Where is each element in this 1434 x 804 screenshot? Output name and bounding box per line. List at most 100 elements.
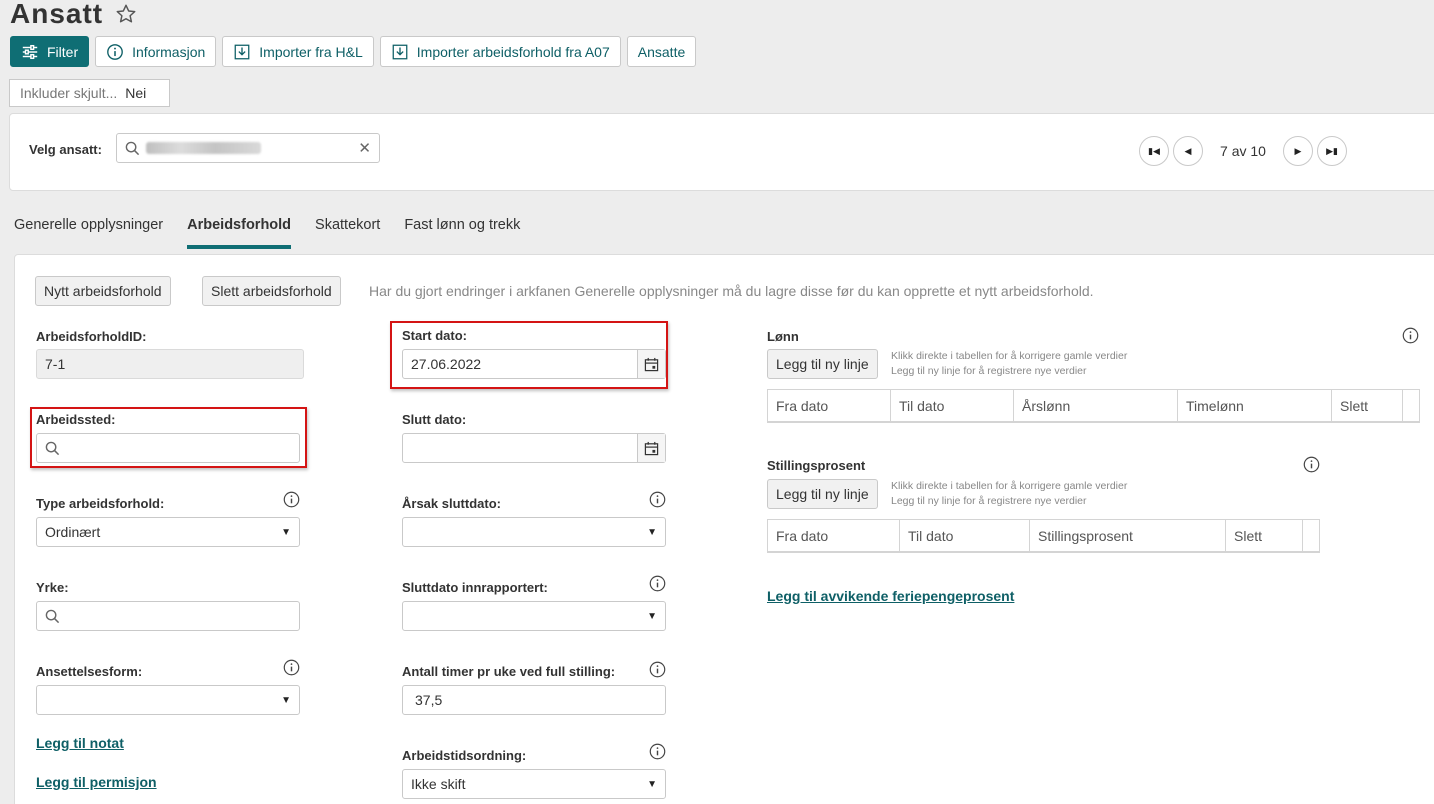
import-a07-label: Importer arbeidsforhold fra A07 <box>416 43 610 60</box>
tab-bar: Generelle opplysninger Arbeidsforhold Sk… <box>14 206 520 249</box>
last-page-icon[interactable]: ▶▮ <box>1317 136 1347 166</box>
end-reported-label: Sluttdato innrapportert: <box>402 580 548 595</box>
filter-button-label: Filter <box>47 43 79 60</box>
workplace-input[interactable] <box>36 433 300 463</box>
star-icon[interactable] <box>115 3 137 25</box>
employee-search-input[interactable]: ✕ <box>116 133 380 163</box>
position-col-percent[interactable]: Stillingsprosent <box>1030 520 1226 551</box>
employee-pager: ▮◀ ◀ 7 av 10 ▶ ▶▮ <box>1139 136 1347 166</box>
tab-employment[interactable]: Arbeidsforhold <box>187 206 291 249</box>
worktime-select[interactable]: Ikke skift ▼ <box>402 769 666 799</box>
import-icon <box>234 44 250 59</box>
position-hint-2: Legg til ny linje for å registrere nye v… <box>891 495 1087 507</box>
calendar-icon[interactable] <box>637 350 665 378</box>
info-button[interactable]: Informasjon <box>95 36 217 67</box>
info-icon[interactable] <box>649 575 666 592</box>
filter-chip-value: Nei <box>125 85 147 101</box>
salary-col-to[interactable]: Til dato <box>891 390 1014 421</box>
employment-id-field: 7-1 <box>36 349 304 379</box>
prev-page-icon[interactable]: ◀ <box>1173 136 1203 166</box>
occupation-label: Yrke: <box>36 580 69 595</box>
tab-fixed-salary[interactable]: Fast lønn og trekk <box>404 206 520 249</box>
add-note-link[interactable]: Legg til notat <box>36 735 124 751</box>
salary-table-header: Fra dato Til dato Årslønn Timelønn Slett <box>767 389 1420 423</box>
workplace-label: Arbeidssted: <box>36 412 116 427</box>
info-icon[interactable] <box>1303 456 1320 473</box>
salary-col-from[interactable]: Fra dato <box>768 390 891 421</box>
start-date-input[interactable]: 27.06.2022 <box>402 349 666 379</box>
pager-text: 7 av 10 <box>1220 143 1266 159</box>
info-icon[interactable] <box>649 491 666 508</box>
employment-type-select[interactable]: Ordinært ▼ <box>36 517 300 547</box>
calendar-icon[interactable] <box>637 434 665 462</box>
filter-chip-label: Inkluder skjult... <box>20 85 118 101</box>
hours-value: 37,5 <box>415 692 443 708</box>
employment-id-value: 7-1 <box>45 356 66 372</box>
employment-hint: Har du gjort endringer i arkfanen Genere… <box>369 283 1094 299</box>
start-date-value: 27.06.2022 <box>411 356 482 372</box>
holiday-pay-link[interactable]: Legg til avvikende feriepengeprosent <box>767 588 1014 604</box>
blurred-employee-name <box>146 142 261 154</box>
info-icon[interactable] <box>283 491 300 508</box>
filter-icon <box>22 44 38 59</box>
occupation-input[interactable] <box>36 601 300 631</box>
salary-col-spacer <box>1403 390 1419 421</box>
dropdown-caret-icon: ▼ <box>647 610 657 622</box>
salary-col-delete[interactable]: Slett <box>1332 390 1403 421</box>
clear-icon[interactable]: ✕ <box>358 139 371 157</box>
salary-col-hourly[interactable]: Timelønn <box>1178 390 1332 421</box>
worktime-label: Arbeidstidsordning: <box>402 748 527 763</box>
delete-employment-button[interactable]: Slett arbeidsforhold <box>202 276 341 306</box>
search-icon <box>45 441 60 455</box>
employees-button[interactable]: Ansatte <box>626 36 697 67</box>
position-table-header: Fra dato Til dato Stillingsprosent Slett <box>767 519 1320 553</box>
search-icon <box>45 609 60 623</box>
add-leave-link[interactable]: Legg til permisjon <box>36 774 157 790</box>
dropdown-caret-icon: ▼ <box>647 526 657 538</box>
salary-add-line-button[interactable]: Legg til ny linje <box>767 349 878 379</box>
info-icon[interactable] <box>283 659 300 676</box>
employees-label: Ansatte <box>637 43 686 60</box>
end-reported-select[interactable]: ▼ <box>402 601 666 631</box>
new-employment-button[interactable]: Nytt arbeidsforhold <box>35 276 171 306</box>
import-icon <box>392 44 408 59</box>
position-col-from[interactable]: Fra dato <box>768 520 900 551</box>
end-date-input[interactable] <box>402 433 666 463</box>
employment-form-select[interactable]: ▼ <box>36 685 300 715</box>
position-col-delete[interactable]: Slett <box>1226 520 1303 551</box>
info-icon[interactable] <box>649 743 666 760</box>
search-icon <box>125 141 140 155</box>
employee-select-label: Velg ansatt: <box>29 142 102 157</box>
import-hl-button[interactable]: Importer fra H&L <box>222 36 374 67</box>
hours-input[interactable]: 37,5 <box>402 685 666 715</box>
employment-id-label: ArbeidsforholdID: <box>36 329 147 344</box>
toolbar: Filter Informasjon Importer fra H&L Impo… <box>10 36 697 67</box>
worktime-value: Ikke skift <box>411 776 466 792</box>
employment-type-label: Type arbeidsforhold: <box>36 496 165 511</box>
salary-col-yearly[interactable]: Årslønn <box>1014 390 1178 421</box>
end-date-label: Slutt dato: <box>402 412 467 427</box>
employee-select-panel: Velg ansatt: ✕ ▮◀ ◀ 7 av 10 ▶ ▶▮ <box>9 113 1434 191</box>
end-reason-select[interactable]: ▼ <box>402 517 666 547</box>
salary-hint-2: Legg til ny linje for å registrere nye v… <box>891 365 1087 377</box>
include-hidden-filter[interactable]: Inkluder skjult... Nei <box>9 79 170 107</box>
tab-general[interactable]: Generelle opplysninger <box>14 206 163 249</box>
page-title: Ansatt <box>10 0 137 30</box>
dropdown-caret-icon: ▼ <box>281 526 291 538</box>
next-page-icon[interactable]: ▶ <box>1283 136 1313 166</box>
info-icon[interactable] <box>649 661 666 678</box>
first-page-icon[interactable]: ▮◀ <box>1139 136 1169 166</box>
info-icon[interactable] <box>1402 327 1419 344</box>
salary-title: Lønn <box>767 329 799 344</box>
import-hl-label: Importer fra H&L <box>259 43 363 60</box>
employment-form-label: Ansettelsesform: <box>36 664 143 679</box>
end-reason-label: Årsak sluttdato: <box>402 496 501 511</box>
position-col-to[interactable]: Til dato <box>900 520 1030 551</box>
filter-button[interactable]: Filter <box>10 36 90 67</box>
position-add-line-button[interactable]: Legg til ny linje <box>767 479 878 509</box>
position-title: Stillingsprosent <box>767 458 866 473</box>
employment-panel: Nytt arbeidsforhold Slett arbeidsforhold… <box>14 254 1434 804</box>
tab-tax-card[interactable]: Skattekort <box>315 206 380 249</box>
import-a07-button[interactable]: Importer arbeidsforhold fra A07 <box>379 36 621 67</box>
hours-label: Antall timer pr uke ved full stilling: <box>402 664 616 679</box>
